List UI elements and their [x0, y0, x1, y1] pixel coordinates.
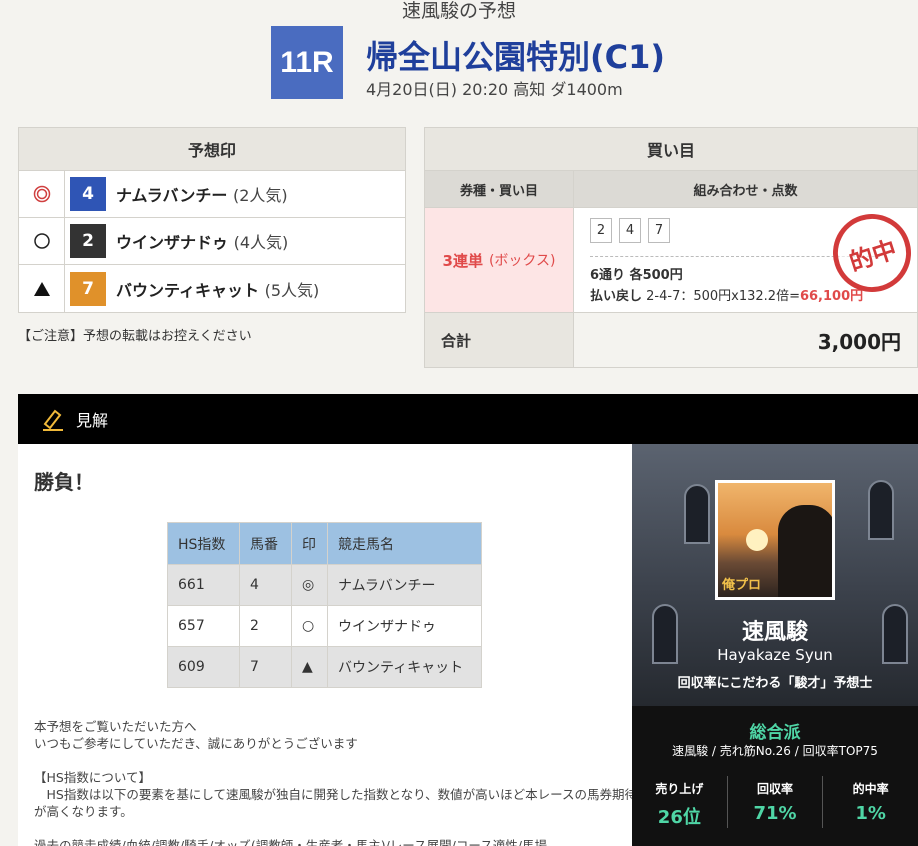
horse-name-link[interactable]: ナムラバンチー (2人気) [116, 182, 288, 206]
horse-number-badge: 7 [70, 271, 106, 306]
horse-number-badge: 2 [70, 224, 106, 258]
total-value: 3,000円 [574, 313, 917, 367]
table-row: 657 2 ○ ウインザナドゥ [167, 605, 482, 647]
tipster-avatar[interactable]: 俺プロ [715, 480, 835, 600]
table-header: HS指数 [167, 522, 240, 565]
tipster-description: 速風駿 / 売れ筋No.26 / 回収率TOP75 [672, 744, 878, 758]
race-title: 帰全山公園特別(C1) [366, 38, 666, 76]
triangle-mark-icon [19, 265, 65, 312]
table-header: 馬番 [239, 522, 292, 565]
total-row: 合計 3,000円 [425, 313, 917, 367]
tipster-name: 速風駿 [741, 620, 808, 645]
opinion-headline: 勝負！ [34, 470, 94, 494]
bets-title: 買い目 [425, 128, 917, 171]
opinion-content: 勝負！ HS指数 馬番 印 競走馬名 661 4 ◎ ナムラバンチー 657 2… [18, 444, 649, 846]
horse-name-link[interactable]: バウンティキャット (5人気) [116, 277, 319, 301]
stat-sales: 売り上げ 26位 [632, 776, 728, 828]
marks-title: 予想印 [19, 128, 405, 171]
page-subtitle: 速風駿の予想 [401, 0, 516, 22]
stat-recovery: 回収率 71% [728, 776, 824, 828]
combination-chip: 7 [648, 218, 670, 243]
opinion-body-text: 本予想をご覧いただいた方へ いつもご参考にしていただき、誠にありがとうございます… [34, 719, 650, 846]
stat-hit-rate: 的中率 1% [852, 782, 889, 824]
table-row: 609 7 ▲ バウンティキャット [167, 646, 482, 688]
combination-chip: 4 [619, 218, 641, 243]
prediction-marks-panel: 予想印 4 ナムラバンチー (2人気) 2 ウインザナドゥ (4人気) 7 バウ… [18, 127, 406, 313]
logo-badge: 俺プロ [722, 578, 762, 593]
combination-header: 組み合わせ・点数 [693, 183, 798, 199]
double-circle-mark-icon [19, 171, 65, 217]
bet-row: 3連単 (ボックス) 2 4 7 6通り 各500円 払い戻し 2-4-7：500… [425, 203, 918, 313]
combination-chip: 2 [590, 218, 612, 243]
tipster-tagline: 回収率にこだわる「駿才」予想士 [677, 676, 873, 691]
bet-type: 3連単 (ボックス) [425, 208, 574, 312]
total-label: 合計 [425, 313, 574, 367]
mark-row: 4 ナムラバンチー (2人気) [19, 171, 405, 218]
tipster-name-roman: Hayakaze Syun [717, 646, 833, 664]
circle-mark-icon [19, 218, 65, 264]
opinion-header: 見解 [18, 394, 918, 444]
tipster-stats: 売り上げ 26位 回収率 71% 的中率 1% [632, 776, 918, 828]
table-header: 競走馬名 [327, 522, 482, 565]
race-number-badge: 11R [271, 26, 343, 99]
combination-cell: 2 4 7 6通り 各500円 払い戻し 2-4-7：500円x132.2倍=6… [574, 203, 918, 312]
repost-notice: 【ご注意】予想の転載はお控えください [18, 329, 252, 344]
table-row: 661 4 ◎ ナムラバンチー [167, 564, 482, 606]
horse-name-link[interactable]: ウインザナドゥ (4人気) [116, 229, 288, 253]
pen-icon [43, 409, 63, 431]
hs-index-table: HS指数 馬番 印 競走馬名 661 4 ◎ ナムラバンチー 657 2 ○ ウ… [167, 522, 482, 688]
opinion-label: 見解 [76, 411, 109, 430]
tipster-profile-card[interactable]: 俺プロ 速風駿 Hayakaze Syun 回収率にこだわる「駿才」予想士 総合… [632, 444, 918, 846]
tipster-type: 総合派 [749, 723, 801, 743]
race-info: 4月20日(日) 20:20 高知 ダ1400m [366, 80, 623, 99]
table-header: 印 [291, 522, 328, 565]
bets-panel: 買い目 券種・買い目 組み合わせ・点数 3連単 (ボックス) 2 4 7 6通り … [424, 127, 918, 368]
horse-number-badge: 4 [70, 177, 106, 211]
mark-row: 7 バウンティキャット (5人気) [19, 265, 405, 312]
bet-type-header: 券種・買い目 [425, 171, 574, 207]
mark-row: 2 ウインザナドゥ (4人気) [19, 218, 405, 265]
